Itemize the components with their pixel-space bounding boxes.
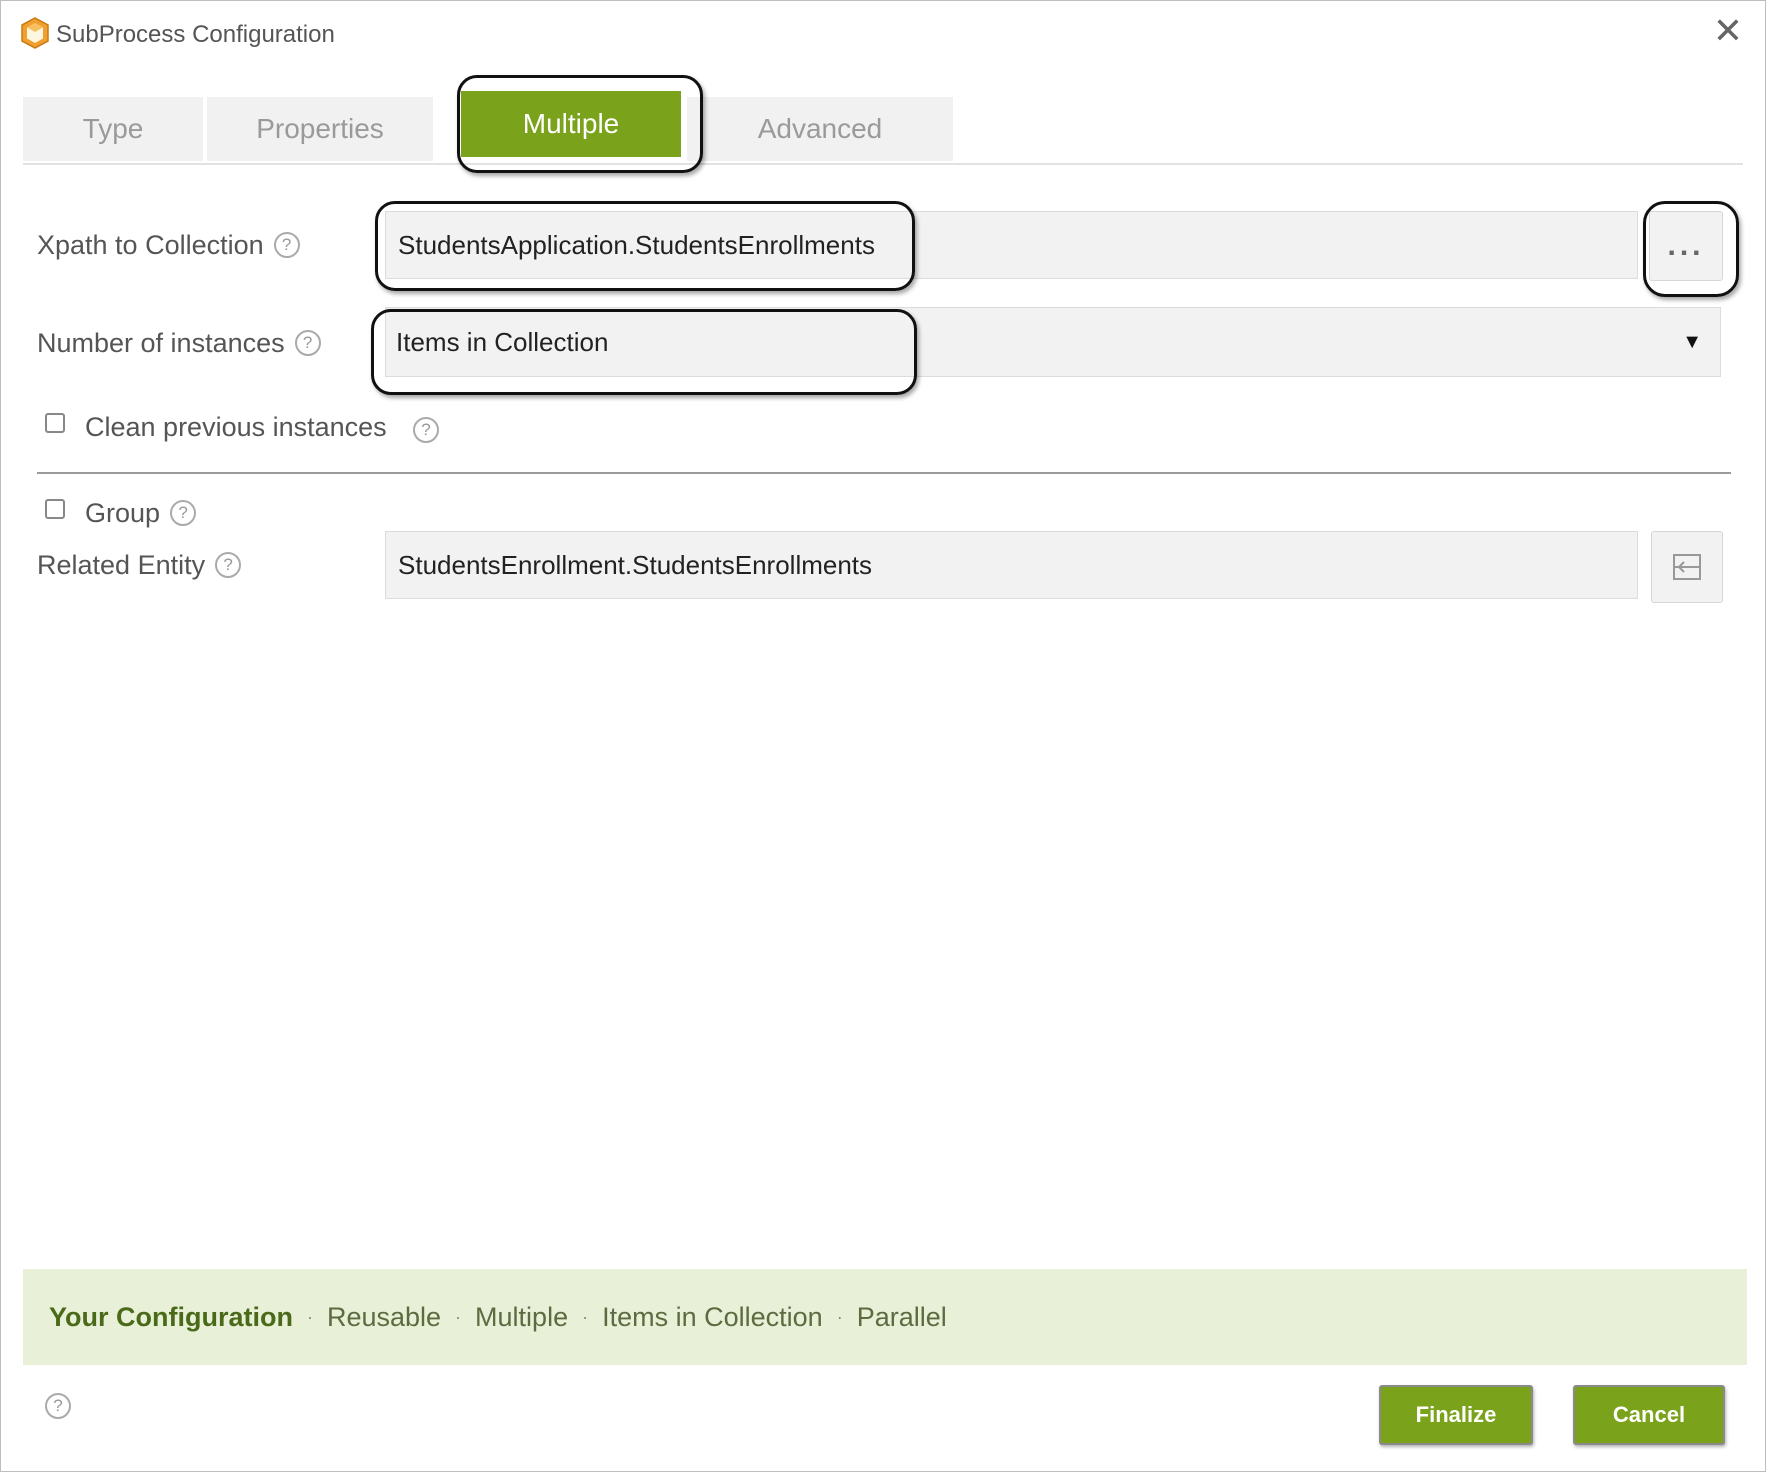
instances-label-row: Number of instances ? bbox=[37, 325, 321, 361]
clean-label: Clean previous instances bbox=[85, 411, 387, 442]
browse-button[interactable]: ... bbox=[1649, 211, 1723, 281]
configuration-summary: Your Configuration · Reusable · Multiple… bbox=[23, 1269, 1747, 1365]
summary-separator: · bbox=[306, 1306, 313, 1327]
group-checkbox[interactable] bbox=[45, 499, 65, 519]
help-icon[interactable]: ? bbox=[170, 500, 197, 526]
dialog-window: SubProcess Configuration ✕ Type Properti… bbox=[0, 0, 1766, 1472]
summary-separator: · bbox=[836, 1306, 843, 1327]
tab-advanced[interactable]: Advanced bbox=[687, 97, 953, 161]
related-label: Related Entity bbox=[37, 549, 206, 580]
section-divider bbox=[37, 472, 1731, 474]
summary-heading: Your Configuration bbox=[49, 1301, 293, 1332]
tab-bar: Type Properties Multiple Advanced bbox=[23, 91, 1743, 165]
summary-item: Parallel bbox=[856, 1301, 947, 1332]
related-label-row: Related Entity ? bbox=[37, 547, 242, 583]
help-icon[interactable]: ? bbox=[413, 417, 439, 443]
tab-multiple[interactable]: Multiple bbox=[461, 91, 681, 157]
related-value: StudentsEnrollment.StudentsEnrollments bbox=[398, 549, 873, 580]
summary-item: Multiple bbox=[475, 1301, 569, 1332]
summary-item: Reusable bbox=[326, 1301, 442, 1332]
help-icon[interactable]: ? bbox=[273, 232, 300, 258]
instances-select[interactable]: Items in Collection ▼ bbox=[385, 307, 1721, 377]
group-label: Group bbox=[85, 497, 161, 528]
close-icon[interactable]: ✕ bbox=[1713, 13, 1743, 49]
instances-label: Number of instances bbox=[37, 327, 285, 358]
summary-separator: · bbox=[455, 1306, 462, 1327]
related-entity-input[interactable]: StudentsEnrollment.StudentsEnrollments bbox=[385, 531, 1638, 599]
help-icon[interactable]: ? bbox=[294, 330, 321, 356]
instances-value: Items in Collection bbox=[396, 326, 609, 357]
tab-type[interactable]: Type bbox=[23, 97, 203, 161]
xpath-input[interactable]: StudentsApplication.StudentsEnrollments bbox=[385, 211, 1638, 279]
help-icon[interactable]: ? bbox=[45, 1393, 71, 1419]
tab-properties[interactable]: Properties bbox=[207, 97, 433, 161]
help-icon[interactable]: ? bbox=[215, 552, 242, 578]
cancel-button[interactable]: Cancel bbox=[1573, 1385, 1725, 1445]
finalize-button[interactable]: Finalize bbox=[1379, 1385, 1533, 1445]
package-icon bbox=[21, 17, 49, 49]
entity-selector-icon bbox=[1673, 554, 1701, 580]
group-label-row: Group ? bbox=[85, 495, 197, 531]
xpath-label: Xpath to Collection bbox=[37, 229, 264, 260]
summary-item: Items in Collection bbox=[602, 1301, 823, 1332]
window-title: SubProcess Configuration bbox=[56, 21, 335, 48]
xpath-value: StudentsApplication.StudentsEnrollments bbox=[398, 229, 875, 260]
xpath-label-row: Xpath to Collection ? bbox=[37, 227, 300, 263]
related-entity-button[interactable] bbox=[1651, 531, 1723, 603]
title-bar: SubProcess Configuration ✕ bbox=[1, 1, 1765, 65]
chevron-down-icon: ▼ bbox=[1682, 330, 1702, 353]
summary-separator: · bbox=[582, 1306, 589, 1327]
clean-checkbox[interactable] bbox=[45, 413, 65, 433]
